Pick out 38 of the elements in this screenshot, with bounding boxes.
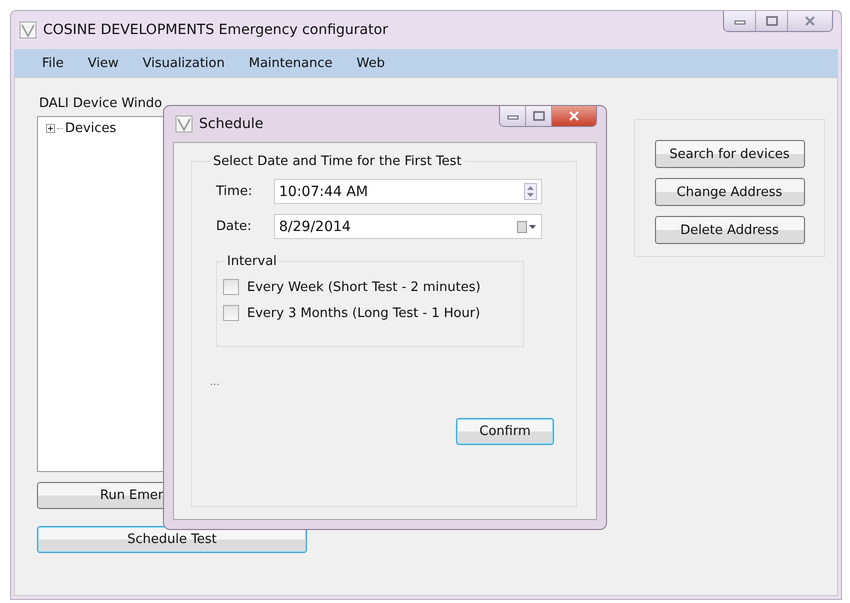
window-title: COSINE DEVELOPMENTS Emergency configurator [43,22,389,38]
button[interactable]: Change Address [654,178,804,206]
menu-item[interactable]: View [76,56,131,70]
close-button[interactable] [788,11,832,31]
calendar-dropdown-icon[interactable] [517,220,537,234]
button[interactable]: Delete Address [654,216,804,244]
button[interactable]: Schedule Test [37,526,307,553]
expand-icon[interactable] [46,124,55,133]
date-picker[interactable]: 8/29/2014 [274,214,542,239]
menu-item[interactable]: Maintenance [236,56,344,70]
maximize-button[interactable] [526,106,552,126]
checkbox[interactable] [223,279,239,295]
minimize-button[interactable] [500,106,526,126]
close-icon [568,111,580,121]
spinner-icon[interactable] [524,183,537,200]
checkbox[interactable] [223,305,239,321]
maximize-icon [532,111,544,121]
checkbox-label[interactable]: Every 3 Months (Long Test - 1 Hour) [247,306,480,320]
app-logo-icon [19,21,37,39]
menu-item[interactable]: Web [344,56,397,70]
button[interactable]: Search for devices [654,140,804,168]
close-icon [804,16,816,26]
time-field[interactable]: 10:07:44 AM [274,179,542,204]
dialog-title: Schedule [199,116,264,132]
maximize-button[interactable] [756,11,788,31]
app-logo-icon [175,115,193,133]
status-text: ... [210,377,220,388]
tree-item[interactable]: Devices [65,121,116,136]
maximize-icon [766,16,778,26]
group-title: DALI Device Windo [38,96,164,113]
confirm-button[interactable]: Confirm [456,418,554,445]
minimize-button[interactable] [724,11,756,31]
field-label: Date: [215,219,252,234]
checkbox-label[interactable]: Every Week (Short Test - 2 minutes) [247,280,481,294]
menu-item[interactable]: Visualization [130,56,237,70]
close-button[interactable] [552,106,596,126]
menu-item[interactable]: File [30,56,76,70]
field-label: Time: [215,184,254,199]
